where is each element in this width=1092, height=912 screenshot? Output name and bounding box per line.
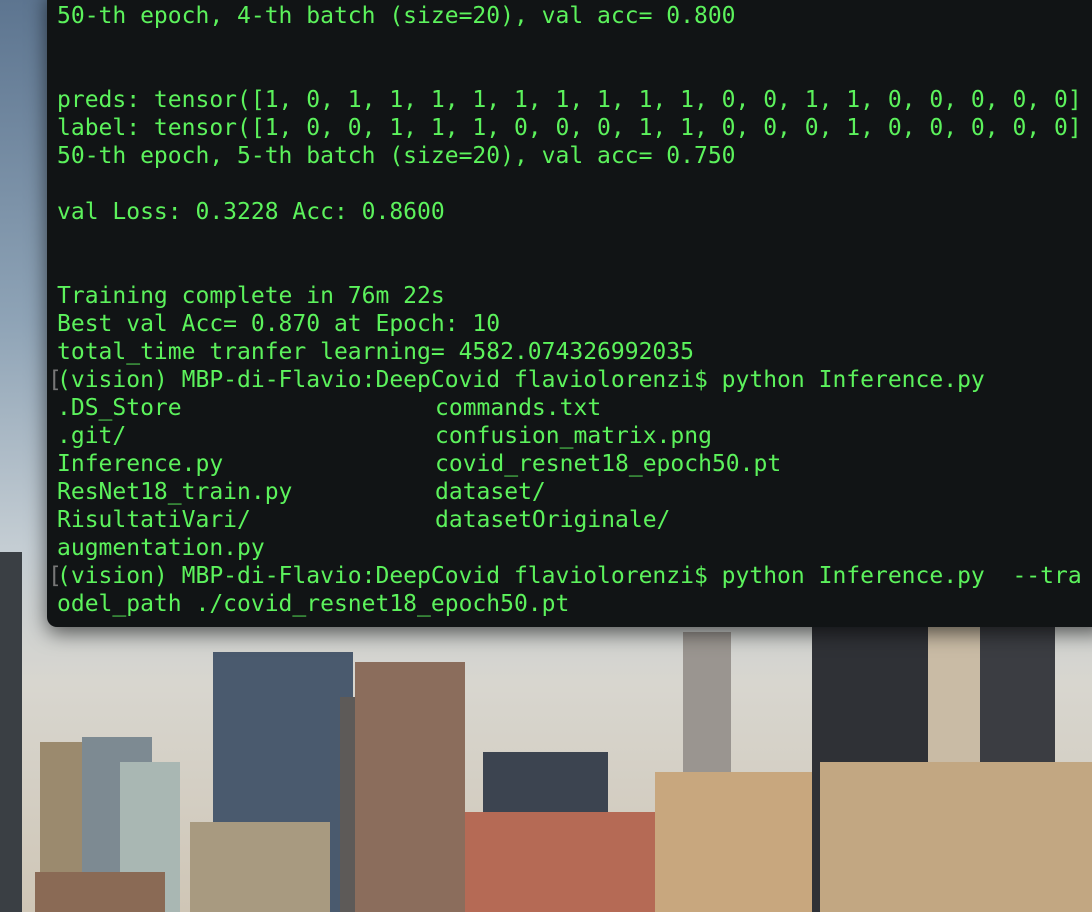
prompt-command: (vision) MBP-di-Flavio:DeepCovid flaviol… <box>57 563 1082 589</box>
file-name: Inference.py <box>57 451 224 477</box>
output-line: Training complete in 76m 22s <box>57 283 445 309</box>
prompt-command: (vision) MBP-di-Flavio:DeepCovid flaviol… <box>57 367 985 393</box>
file-name: .git/ <box>57 423 127 449</box>
ls-row: .DS_Store commands.txt <box>57 394 1082 422</box>
file-name: RisultatiVari/ <box>57 507 251 533</box>
ls-row: .git/confusion_matrix.png <box>57 422 1082 450</box>
file-name: .DS_Store <box>57 395 182 421</box>
command-prompt-line[interactable]: [(vision) MBP-di-Flavio:DeepCovid flavio… <box>48 562 1082 590</box>
terminal-window[interactable]: 50-th epoch, 4-th batch (size=20), val a… <box>47 0 1092 627</box>
output-line: total_time tranfer learning= 4582.074326… <box>57 339 694 365</box>
file-name: confusion_matrix.png <box>435 423 712 449</box>
command-prompt-line: [(vision) MBP-di-Flavio:DeepCovid flavio… <box>48 366 1082 394</box>
file-name: covid_resnet18_epoch50.pt <box>435 451 782 477</box>
file-name: datasetOriginale/ <box>435 507 671 533</box>
command-continuation[interactable]: odel_path ./covid_resnet18_epoch50.pt <box>57 590 1082 618</box>
mark-bracket-icon: [ <box>48 367 62 393</box>
mark-bracket-icon: [ <box>48 563 62 589</box>
ls-row: augmentation.py <box>57 534 1082 562</box>
ls-row: RisultatiVari/datasetOriginale/ <box>57 506 1082 534</box>
ls-row: ResNet18_train.py dataset/ <box>57 478 1082 506</box>
output-line: preds: tensor([1, 0, 1, 1, 1, 1, 1, 1, 1… <box>57 87 1082 113</box>
file-name: commands.txt <box>435 395 602 421</box>
output-line: label: tensor([1, 0, 0, 1, 1, 1, 0, 0, 0… <box>57 115 1082 141</box>
output-line: val Loss: 0.3228 Acc: 0.8600 <box>57 199 445 225</box>
ls-row: Inference.py covid_resnet18_epoch50.pt <box>57 450 1082 478</box>
file-name: dataset/ <box>435 479 546 505</box>
file-name: ResNet18_train.py <box>57 479 293 505</box>
output-line: 50-th epoch, 4-th batch (size=20), val a… <box>57 3 736 29</box>
output-line: Best val Acc= 0.870 at Epoch: 10 <box>57 311 501 337</box>
file-name: augmentation.py <box>57 535 265 561</box>
output-line: 50-th epoch, 5-th batch (size=20), val a… <box>57 143 736 169</box>
terminal-output: 50-th epoch, 4-th batch (size=20), val a… <box>48 2 1082 618</box>
